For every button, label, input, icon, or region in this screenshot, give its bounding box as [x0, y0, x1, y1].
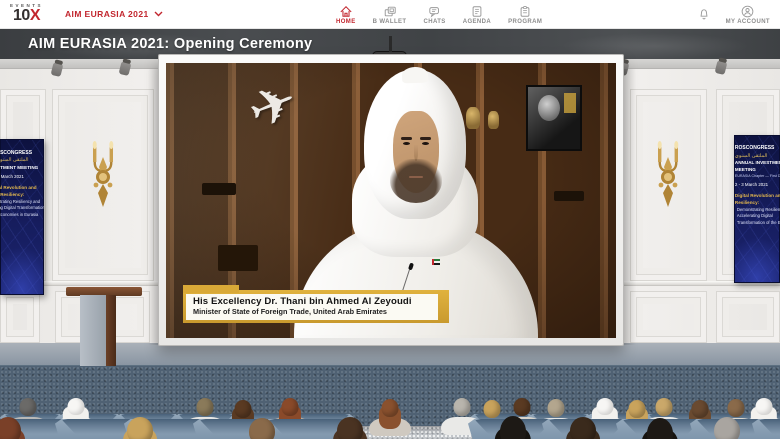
header-right: MY ACCOUNT	[698, 0, 770, 29]
my-account-label: MY ACCOUNT	[726, 19, 770, 25]
speaker-name: His Excellency Dr. Thani bin Ahmed Al Ze…	[193, 296, 438, 307]
audience-member	[318, 417, 383, 439]
page-title: AIM EURASIA 2021: Opening Ceremony	[28, 36, 312, 52]
speaker-role: Minister of State of Foreign Trade, Unit…	[193, 307, 438, 316]
home-icon	[339, 5, 353, 18]
top-navbar: EVENTS 10X AIM EURASIA 2021 HOME B WALLE…	[0, 0, 780, 29]
wainscot-panel	[630, 291, 707, 343]
framed-portrait	[526, 85, 582, 151]
audience-member	[695, 417, 760, 439]
virtual-event-app: EVENTS 10X AIM EURASIA 2021 HOME B WALLE…	[0, 0, 780, 439]
wall-sconce-left	[86, 137, 120, 217]
live-video-player[interactable]: ✈	[166, 63, 616, 338]
my-account-button[interactable]: MY ACCOUNT	[726, 5, 770, 25]
audience-area	[0, 366, 780, 439]
nav-label: B WALLET	[373, 19, 407, 25]
speaker-lower-third: His Excellency Dr. Thani bin Ahmed Al Ze…	[183, 290, 449, 323]
wainscot-panel	[0, 291, 40, 343]
audience-member	[108, 417, 173, 439]
nav-item-program[interactable]: PROGRAM	[508, 5, 542, 25]
user-icon	[741, 5, 754, 18]
event-selector-dropdown[interactable]: AIM EURASIA 2021	[65, 9, 163, 19]
shelf-trophy	[466, 107, 480, 129]
shelf-trophy	[488, 111, 499, 129]
agenda-icon	[470, 5, 484, 18]
nav-label: CHATS	[423, 19, 445, 25]
audience-member	[628, 418, 693, 439]
event-selector-label: AIM EURASIA 2021	[65, 9, 149, 19]
virtual-auditorium: AIM EURASIA 2021: Opening Ceremony	[0, 29, 780, 439]
chats-icon	[428, 5, 442, 18]
speaker-beard	[390, 159, 442, 203]
event-banner-left: ROSCONGRESS الملتقى السنوي INVESTMENT ME…	[0, 139, 44, 295]
nav-item-home[interactable]: HOME	[336, 5, 356, 25]
wall-sconce-right	[651, 137, 685, 217]
chevron-down-icon	[154, 11, 163, 17]
audience-member	[230, 418, 295, 439]
stage-screen: ✈	[158, 54, 624, 346]
nav-item-agenda[interactable]: AGENDA	[463, 5, 491, 25]
nav-label: AGENDA	[463, 19, 491, 25]
nav-item-chats[interactable]: CHATS	[423, 5, 445, 25]
wainscot-panel	[716, 291, 780, 343]
wallet-icon	[383, 5, 397, 18]
nav-label: PROGRAM	[508, 19, 542, 25]
nav-label: HOME	[336, 19, 356, 25]
audience-member	[551, 417, 616, 439]
main-nav: HOME B WALLET CHATS AGENDA PROGRAM	[336, 0, 542, 29]
nav-item-b-wallet[interactable]: B WALLET	[373, 5, 407, 25]
events-10x-logo[interactable]: EVENTS 10X	[10, 4, 43, 25]
uae-flag-pin	[432, 259, 440, 265]
audience-member	[481, 416, 546, 439]
notifications-bell-icon[interactable]	[698, 8, 710, 21]
audience-member	[0, 417, 41, 439]
logo-10x-text: 10X	[10, 8, 43, 24]
program-icon	[518, 5, 532, 18]
event-banner-right: ROSCONGRESS الملتقى السنوي ANNUAL INVEST…	[734, 135, 780, 283]
